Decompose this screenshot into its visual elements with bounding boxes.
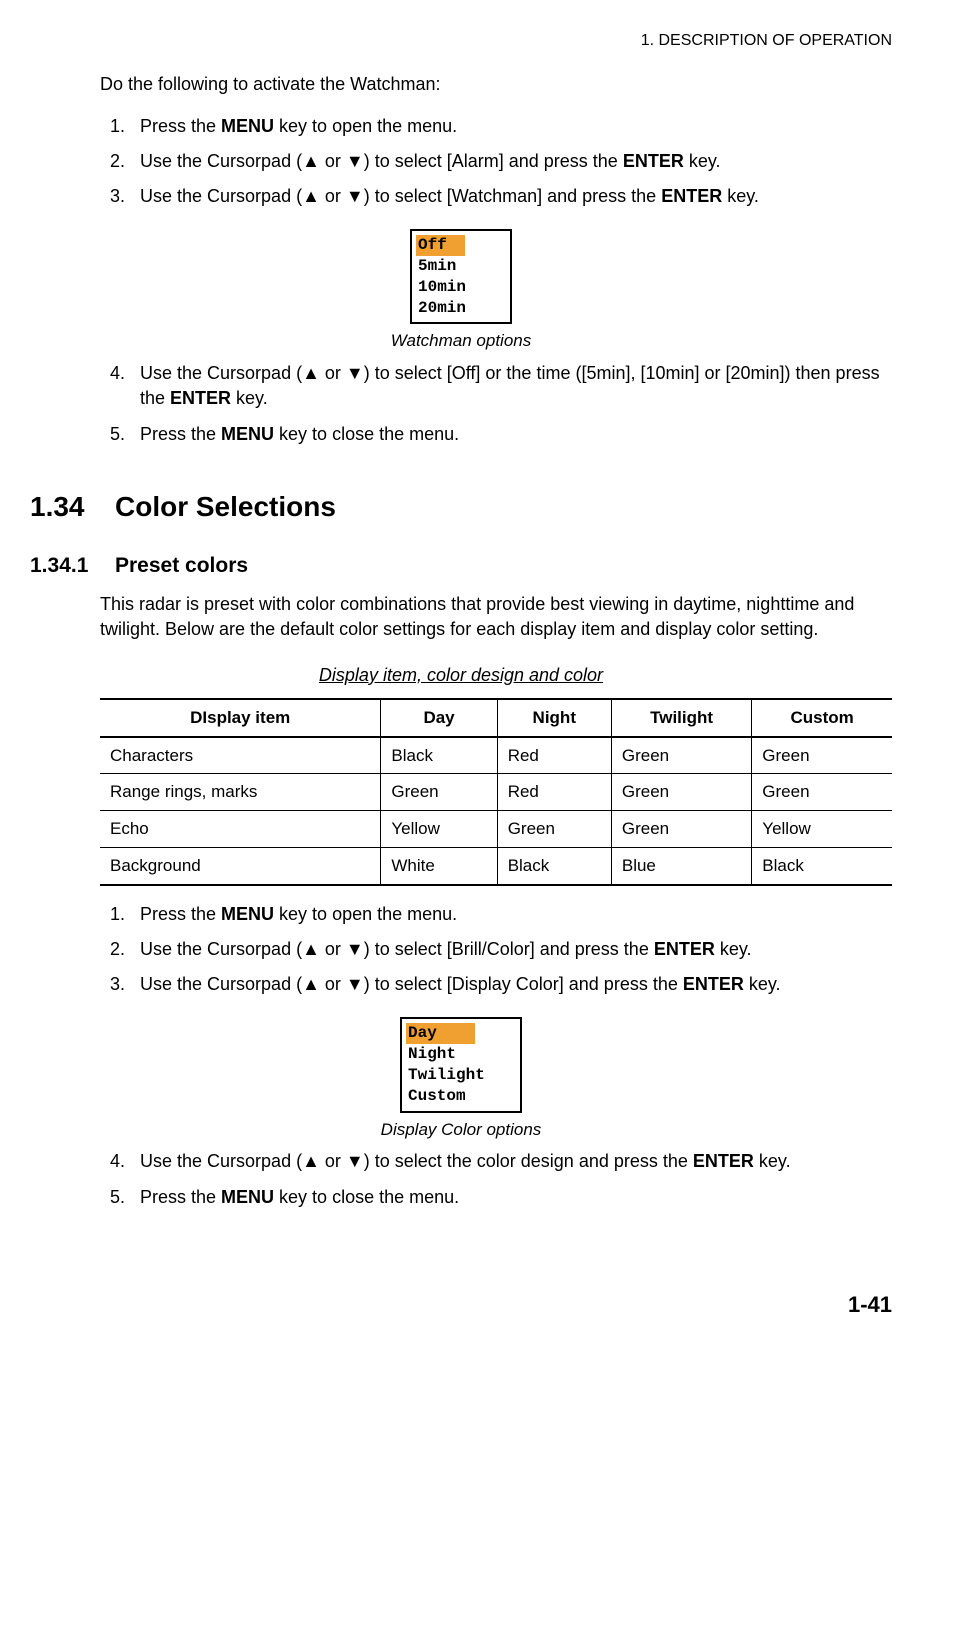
steps-list-1b: Use the Cursorpad (▲ or ▼) to select [Of… xyxy=(100,361,892,447)
step-5: Press the MENU key to close the menu. xyxy=(130,422,892,447)
option-custom: Custom xyxy=(406,1086,516,1107)
preset-body: This radar is preset with color combinat… xyxy=(100,592,892,642)
steps-list-2: Press the MENU key to open the menu. Use… xyxy=(100,902,892,998)
watchman-options-box: Off 5min 10min 20min xyxy=(410,229,512,324)
option-20min: 20min xyxy=(416,298,506,319)
intro-text: Do the following to activate the Watchma… xyxy=(100,72,892,97)
section-heading: 1.34Color Selections xyxy=(30,487,892,526)
step-3b: Use the Cursorpad (▲ or ▼) to select [Di… xyxy=(130,972,892,997)
option-5min: 5min xyxy=(416,256,506,277)
step-2: Use the Cursorpad (▲ or ▼) to select [Al… xyxy=(130,149,892,174)
step-2b: Use the Cursorpad (▲ or ▼) to select [Br… xyxy=(130,937,892,962)
option-off: Off xyxy=(416,235,465,256)
step-4: Use the Cursorpad (▲ or ▼) to select [Of… xyxy=(130,361,892,411)
table-row: CharactersBlackRedGreenGreen xyxy=(100,737,892,774)
step-1: Press the MENU key to open the menu. xyxy=(130,114,892,139)
steps-list-1: Press the MENU key to open the menu. Use… xyxy=(100,114,892,210)
option-night: Night xyxy=(406,1044,516,1065)
table-row: EchoYellowGreenGreenYellow xyxy=(100,811,892,848)
table-header-row: DIsplay item Day Night Twilight Custom xyxy=(100,699,892,737)
step-3: Use the Cursorpad (▲ or ▼) to select [Wa… xyxy=(130,184,892,209)
table-row: Range rings, marksGreenRedGreenGreen xyxy=(100,774,892,811)
option-10min: 10min xyxy=(416,277,506,298)
color-table: DIsplay item Day Night Twilight Custom C… xyxy=(100,698,892,886)
watchman-caption: Watchman options xyxy=(30,329,892,353)
display-color-caption: Display Color options xyxy=(30,1118,892,1142)
subsection-heading: 1.34.1Preset colors xyxy=(30,551,892,580)
page-header: 1. DESCRIPTION OF OPERATION xyxy=(30,30,892,52)
steps-list-2b: Use the Cursorpad (▲ or ▼) to select the… xyxy=(100,1149,892,1209)
table-row: BackgroundWhiteBlackBlueBlack xyxy=(100,848,892,885)
step-1b: Press the MENU key to open the menu. xyxy=(130,902,892,927)
step-4b: Use the Cursorpad (▲ or ▼) to select the… xyxy=(130,1149,892,1174)
option-twilight: Twilight xyxy=(406,1065,516,1086)
page-number: 1-41 xyxy=(30,1290,892,1321)
step-5b: Press the MENU key to close the menu. xyxy=(130,1185,892,1210)
option-day: Day xyxy=(406,1023,475,1044)
table-title: Display item, color design and color xyxy=(30,663,892,688)
display-color-options-box: Day Night Twilight Custom xyxy=(400,1017,522,1112)
